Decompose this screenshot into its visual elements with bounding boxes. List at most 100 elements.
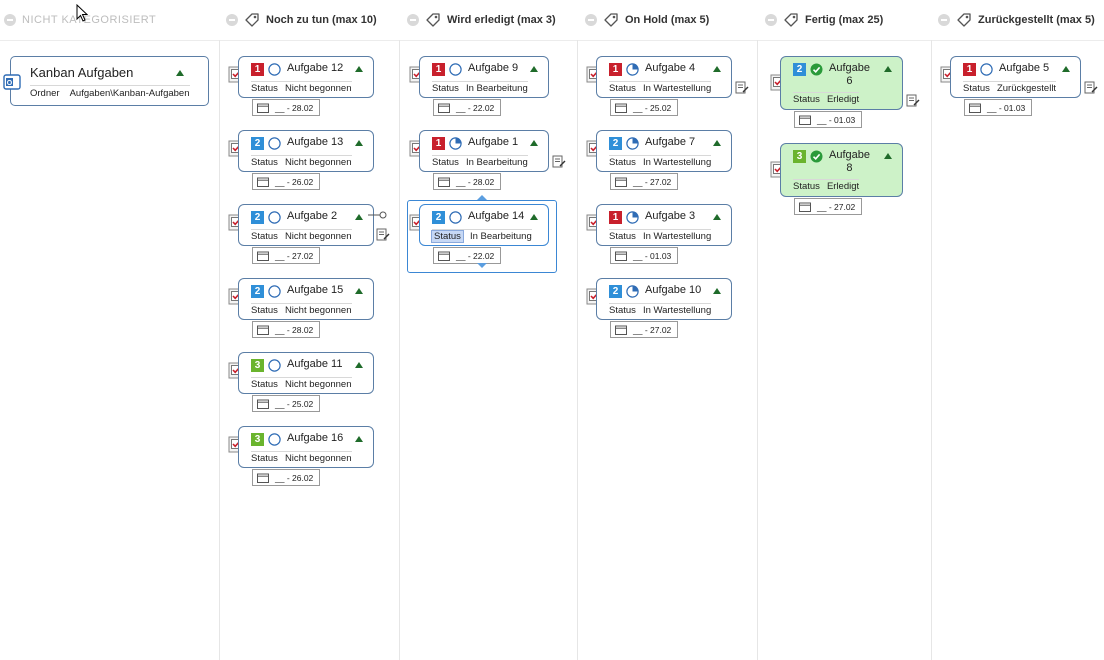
priority-badge[interactable]: 3 xyxy=(793,150,806,163)
move-down-handle-icon[interactable] xyxy=(476,262,488,270)
progress-icon[interactable] xyxy=(449,63,462,76)
column-header-on-hold[interactable]: On Hold (max 5) xyxy=(585,0,709,40)
task-card[interactable]: 2 Aufgabe 7 Status In Wartestellung xyxy=(596,130,732,172)
task-card[interactable]: 2 Aufgabe 10 Status In Wartestellung xyxy=(596,278,732,320)
column-header-todo[interactable]: Noch zu tun (max 10) xyxy=(226,0,377,40)
progress-icon[interactable] xyxy=(626,211,639,224)
progress-icon[interactable] xyxy=(626,63,639,76)
date-field[interactable]: __ - 22.02 xyxy=(433,99,501,116)
collapse-arrow-icon[interactable] xyxy=(530,66,538,72)
date-field[interactable]: __ - 27.02 xyxy=(794,198,862,215)
collapse-arrow-icon[interactable] xyxy=(355,436,363,442)
date-field[interactable]: __ - 26.02 xyxy=(252,469,320,486)
date-field[interactable]: __ - 28.02 xyxy=(252,99,320,116)
progress-icon[interactable] xyxy=(268,211,281,224)
priority-badge[interactable]: 1 xyxy=(251,63,264,76)
connector-handle-icon[interactable] xyxy=(368,209,388,221)
priority-badge[interactable]: 2 xyxy=(609,285,622,298)
column-header-deferred[interactable]: Zurückgestellt (max 5) xyxy=(938,0,1095,40)
date-field[interactable]: __ - 27.02 xyxy=(610,173,678,190)
move-up-handle-icon[interactable] xyxy=(476,193,488,201)
task-card[interactable]: 1 Aufgabe 1 Status In Bearbeitung xyxy=(419,130,549,172)
date-field[interactable]: __ - 01.03 xyxy=(610,247,678,264)
progress-icon[interactable] xyxy=(268,285,281,298)
collapse-icon[interactable] xyxy=(407,14,419,26)
date-field[interactable]: __ - 26.02 xyxy=(252,173,320,190)
task-card[interactable]: 2 Aufgabe 2 Status Nicht begonnen xyxy=(238,204,374,246)
progress-icon[interactable] xyxy=(449,211,462,224)
task-card[interactable]: 1 Aufgabe 4 Status In Wartestellung xyxy=(596,56,732,98)
task-card[interactable]: 2 Aufgabe 6 Status Erledigt xyxy=(780,56,903,110)
priority-badge[interactable]: 2 xyxy=(251,211,264,224)
priority-badge[interactable]: 1 xyxy=(432,63,445,76)
priority-badge[interactable]: 2 xyxy=(251,137,264,150)
progress-icon[interactable] xyxy=(268,433,281,446)
collapse-arrow-icon[interactable] xyxy=(355,362,363,368)
collapse-arrow-icon[interactable] xyxy=(713,288,721,294)
task-card[interactable]: 3 Aufgabe 11 Status Nicht begonnen xyxy=(238,352,374,394)
progress-icon[interactable] xyxy=(626,137,639,150)
collapse-icon[interactable] xyxy=(226,14,238,26)
complete-check-icon[interactable] xyxy=(810,150,823,163)
root-topic-card[interactable]: Kanban Aufgaben Ordner Aufgaben\Kanban-Au… xyxy=(10,56,209,106)
priority-badge[interactable]: 1 xyxy=(609,211,622,224)
priority-badge[interactable]: 2 xyxy=(251,285,264,298)
task-card[interactable]: 1 Aufgabe 12 Status Nicht begonnen xyxy=(238,56,374,98)
date-field[interactable]: __ - 25.02 xyxy=(252,395,320,412)
column-header-done[interactable]: Fertig (max 25) xyxy=(765,0,883,40)
collapse-arrow-icon[interactable] xyxy=(884,153,892,159)
date-field[interactable]: __ - 27.02 xyxy=(610,321,678,338)
priority-badge[interactable]: 2 xyxy=(432,211,445,224)
note-icon[interactable] xyxy=(906,94,920,108)
task-card[interactable]: 1 Aufgabe 3 Status In Wartestellung xyxy=(596,204,732,246)
collapse-arrow-icon[interactable] xyxy=(176,70,184,76)
note-icon[interactable] xyxy=(735,81,749,95)
collapse-arrow-icon[interactable] xyxy=(713,66,721,72)
priority-badge[interactable]: 3 xyxy=(251,433,264,446)
date-field[interactable]: __ - 01.03 xyxy=(794,111,862,128)
collapse-arrow-icon[interactable] xyxy=(355,214,363,220)
collapse-arrow-icon[interactable] xyxy=(884,66,892,72)
task-card[interactable]: 2 Aufgabe 14 Status In Bearbeitung xyxy=(419,204,549,246)
progress-icon[interactable] xyxy=(268,359,281,372)
priority-badge[interactable]: 1 xyxy=(432,137,445,150)
task-card[interactable]: 2 Aufgabe 13 Status Nicht begonnen xyxy=(238,130,374,172)
priority-badge[interactable]: 3 xyxy=(251,359,264,372)
collapse-arrow-icon[interactable] xyxy=(355,288,363,294)
collapse-arrow-icon[interactable] xyxy=(713,214,721,220)
column-header-in-progress[interactable]: Wird erledigt (max 3) xyxy=(407,0,556,40)
date-field[interactable]: __ - 01.03 xyxy=(964,99,1032,116)
progress-icon[interactable] xyxy=(980,63,993,76)
note-icon[interactable] xyxy=(552,155,566,169)
complete-check-icon[interactable] xyxy=(810,63,823,76)
date-field[interactable]: __ - 28.02 xyxy=(433,173,501,190)
collapse-arrow-icon[interactable] xyxy=(1062,66,1070,72)
progress-icon[interactable] xyxy=(268,137,281,150)
note-icon[interactable] xyxy=(1084,81,1098,95)
date-field[interactable]: __ - 22.02 xyxy=(433,247,501,264)
priority-badge[interactable]: 1 xyxy=(609,63,622,76)
collapse-arrow-icon[interactable] xyxy=(355,66,363,72)
note-icon[interactable] xyxy=(376,228,390,242)
collapse-icon[interactable] xyxy=(4,14,16,26)
collapse-icon[interactable] xyxy=(938,14,950,26)
task-card[interactable]: 1 Aufgabe 5 Status Zurückgestellt xyxy=(950,56,1081,98)
progress-icon[interactable] xyxy=(449,137,462,150)
collapse-arrow-icon[interactable] xyxy=(530,140,538,146)
task-card[interactable]: 2 Aufgabe 15 Status Nicht begonnen xyxy=(238,278,374,320)
priority-badge[interactable]: 2 xyxy=(609,137,622,150)
task-card[interactable]: 1 Aufgabe 9 Status In Bearbeitung xyxy=(419,56,549,98)
collapse-arrow-icon[interactable] xyxy=(355,140,363,146)
progress-icon[interactable] xyxy=(268,63,281,76)
collapse-arrow-icon[interactable] xyxy=(530,214,538,220)
task-card[interactable]: 3 Aufgabe 16 Status Nicht begonnen xyxy=(238,426,374,468)
collapse-arrow-icon[interactable] xyxy=(713,140,721,146)
date-field[interactable]: __ - 25.02 xyxy=(610,99,678,116)
date-field[interactable]: __ - 27.02 xyxy=(252,247,320,264)
priority-badge[interactable]: 1 xyxy=(963,63,976,76)
priority-badge[interactable]: 2 xyxy=(793,63,806,76)
date-field[interactable]: __ - 28.02 xyxy=(252,321,320,338)
task-card[interactable]: 3 Aufgabe 8 Status Erledigt xyxy=(780,143,903,197)
progress-icon[interactable] xyxy=(626,285,639,298)
collapse-icon[interactable] xyxy=(765,14,777,26)
